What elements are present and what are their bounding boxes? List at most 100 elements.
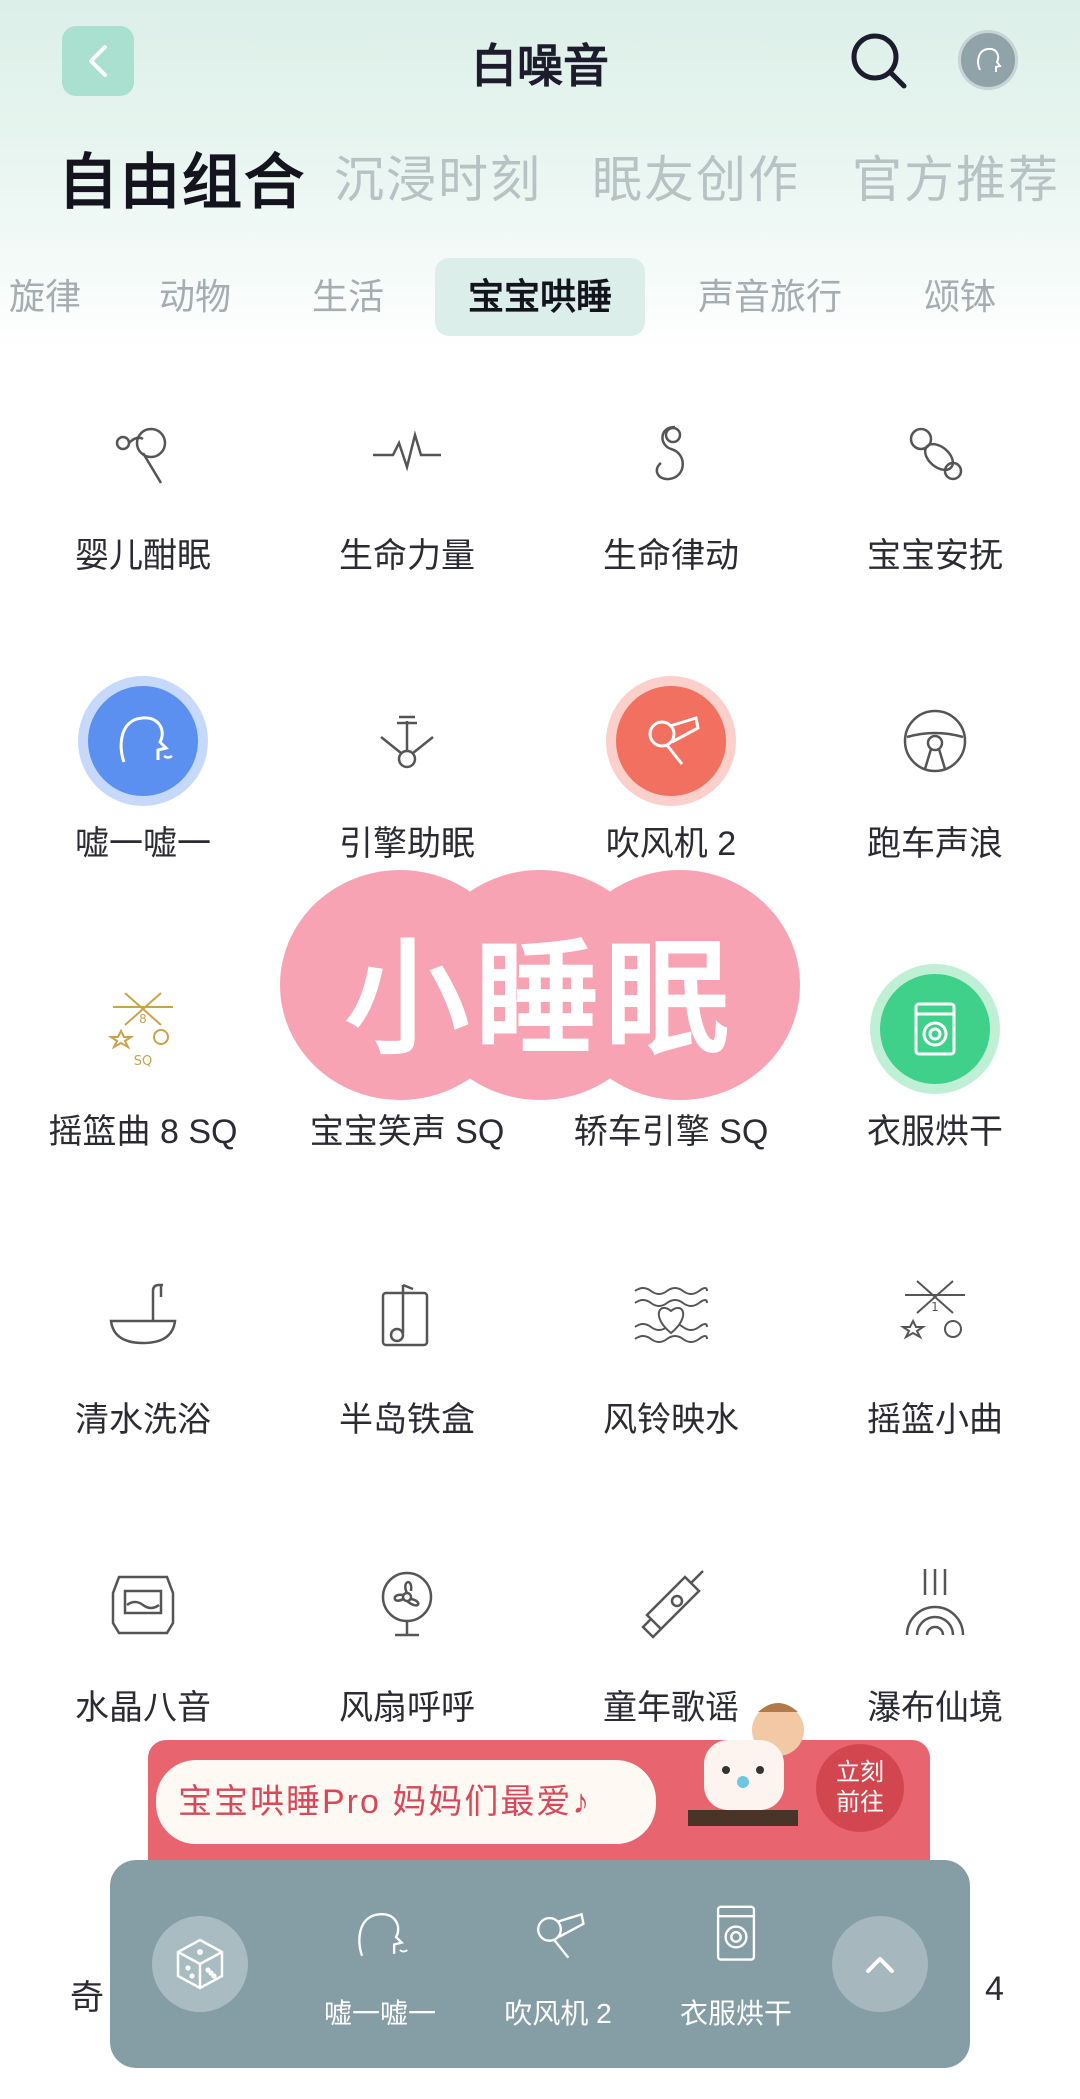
bathtub-icon [78,1252,208,1382]
sound-label: 轿车引擎 SQ [573,1113,769,1151]
main-tabs: 自由组合 沉浸时刻 眠友创作 官方推荐 [0,140,1080,220]
sound-label: 清水洗浴 [75,1401,211,1439]
sound-item[interactable]: 吹风机 2 [536,676,806,876]
promo-go-button[interactable]: 立刻 前往 [816,1744,904,1832]
sound-item[interactable]: 生命力量 [272,388,542,588]
engine-icon [342,676,472,806]
hair-dryer-icon [606,676,736,806]
svg-text:8: 8 [139,1012,147,1026]
shuffle-button[interactable] [152,1916,248,2012]
sound-item[interactable]: 嘘一嘘一 [8,676,278,876]
search-button[interactable] [846,28,912,94]
crib-mobile-8-icon: 8 SQ [78,964,208,1094]
mix-item[interactable]: 吹风机 2 [468,1896,648,2046]
sound-label: 风扇呼呼 [339,1689,475,1727]
page-title: 白噪音 [471,40,609,92]
sound-label-partial: 4 [985,1970,1004,2008]
sound-label: 摇篮小曲 [867,1401,1003,1439]
avatar[interactable] [958,30,1018,90]
brand-sticker: 小睡眠 [280,870,800,1100]
mix-item-label: 嘘一嘘一 [323,1998,436,2029]
sound-label: 生命力量 [339,537,475,575]
promo-banner[interactable]: 宝宝哄睡Pro 妈妈们最爱♪ 立刻 前往 [148,1703,930,1860]
sound-label: 风铃映水 [603,1401,739,1439]
category-tabs: 旋律 动物 生活 宝宝哄睡 声音旅行 颂钵 [0,258,1080,338]
steering-wheel-icon [870,676,1000,806]
subtab-singing-bowl[interactable]: 颂钵 [910,258,1010,336]
washing-machine-icon [696,1896,776,1976]
crib-mobile-1-icon: 1 [870,1252,1000,1382]
dice-icon [176,1938,224,1990]
tab-free-combo[interactable]: 自由组合 [58,134,306,221]
svg-text:SQ: SQ [134,1054,152,1069]
sticker-text: 小睡眠 [344,931,735,1069]
hair-dryer-icon [518,1896,598,1976]
music-box-icon [342,1252,472,1382]
subtab-melody[interactable]: 旋律 [0,258,90,336]
sound-label: 嘘一嘘一 [75,825,211,863]
tab-official[interactable]: 官方推荐 [852,140,1060,212]
promo-banner-text: 宝宝哄睡Pro 妈妈们最爱♪ [156,1760,656,1844]
sound-label: 吹风机 2 [605,825,737,863]
tab-immersive[interactable]: 沉浸时刻 [334,140,542,212]
sound-item[interactable]: 1 摇篮小曲 [800,1252,1070,1452]
sound-item[interactable]: 水晶八音 [8,1540,278,1740]
back-button[interactable] [62,26,134,96]
sound-label: 生命律动 [603,537,739,575]
heartbeat-icon [342,388,472,518]
rattle-icon [78,388,208,518]
svg-text:1: 1 [931,1300,939,1314]
pacifier-icon [870,388,1000,518]
shushing-face-icon [78,676,208,806]
sound-label: 跑车声浪 [867,825,1003,863]
mix-item[interactable]: 嘘一嘘一 [290,1896,470,2046]
sound-item[interactable]: 衣服烘干 [800,964,1070,1164]
chevron-up-icon [866,1957,894,1973]
water-gun-icon [606,1540,736,1670]
sound-label: 瀑布仙境 [867,1689,1003,1727]
shushing-face-icon [340,1896,420,1976]
mix-item[interactable]: 衣服烘干 [646,1896,826,2046]
wind-chime-icon [606,1252,736,1382]
subtab-sound-travel[interactable]: 声音旅行 [685,258,855,336]
subtab-animals[interactable]: 动物 [145,258,245,336]
subtab-baby-sleep[interactable]: 宝宝哄睡 [435,258,645,336]
sound-item[interactable]: 跑车声浪 [800,676,1070,876]
sound-label: 半岛铁盒 [339,1401,475,1439]
search-icon [851,33,907,89]
sound-item[interactable]: 婴儿酣眠 [8,388,278,588]
sound-item[interactable]: 宝宝安抚 [800,388,1070,588]
sound-item[interactable]: 清水洗浴 [8,1252,278,1452]
sound-label: 摇篮曲 8 SQ [48,1113,238,1151]
waterfall-icon [870,1540,1000,1670]
sound-item[interactable]: 8 SQ 摇篮曲 8 SQ [8,964,278,1164]
sound-item[interactable]: 引擎助眠 [272,676,542,876]
sound-label: 宝宝笑声 SQ [309,1113,505,1151]
sound-label: 宝宝安抚 [867,537,1003,575]
washing-machine-icon [870,964,1000,1094]
sound-label: 水晶八音 [75,1689,211,1727]
fetus-icon [606,388,736,518]
expand-player-button[interactable] [832,1916,928,2012]
sound-label-partial: 奇 [70,1979,104,2017]
chevron-left-icon [89,45,107,77]
sound-item[interactable]: 半岛铁盒 [272,1252,542,1452]
sound-item[interactable]: 风扇呼呼 [272,1540,542,1740]
sound-item[interactable]: 瀑布仙境 [800,1540,1070,1740]
mix-item-label: 吹风机 2 [504,1998,612,2029]
subtab-life[interactable]: 生活 [298,258,398,336]
sound-label: 引擎助眠 [339,825,475,863]
mix-player: 嘘一嘘一 吹风机 2 衣服烘干 [110,1860,970,2068]
tab-creations[interactable]: 眠友创作 [592,140,800,212]
sound-item[interactable]: 生命律动 [536,388,806,588]
promo-go-line1: 立刻 [836,1759,884,1786]
avatar-icon [977,47,1002,72]
fan-icon [342,1540,472,1670]
mascot-icon [668,1690,818,1840]
promo-go-line2: 前往 [836,1789,884,1816]
crystal-box-icon [78,1540,208,1670]
sound-label: 衣服烘干 [867,1113,1003,1151]
sound-label: 婴儿酣眠 [75,537,211,575]
mix-item-label: 衣服烘干 [679,1998,792,2029]
sound-item[interactable]: 风铃映水 [536,1252,806,1452]
